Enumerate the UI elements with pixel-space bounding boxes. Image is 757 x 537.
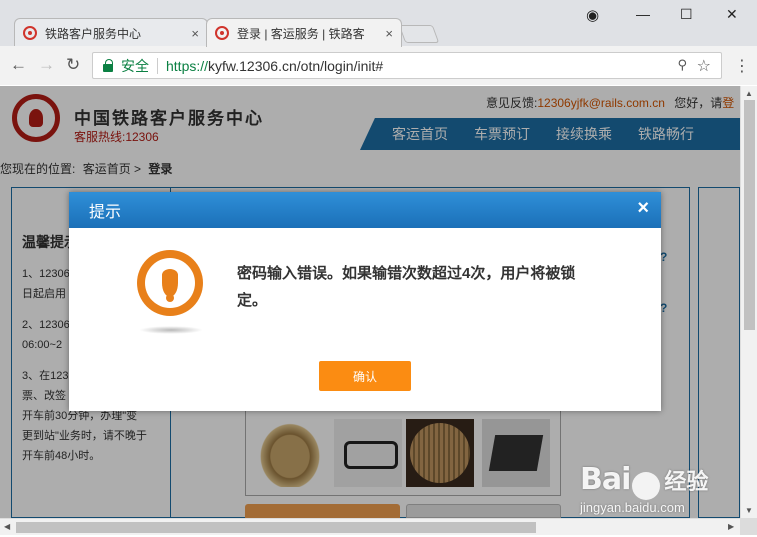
horizontal-scroll-thumb[interactable] xyxy=(16,522,536,533)
star-icon[interactable]: ☆ xyxy=(697,56,711,76)
url-host: kyfw.12306.cn xyxy=(208,57,297,74)
baidu-jingyan-watermark: Bai 经验 jingyan.baidu.com xyxy=(580,462,709,515)
address-bar[interactable]: 安全 https:// kyfw.12306.cn /otn/login/ini… xyxy=(92,52,722,79)
dialog-close-icon[interactable]: × xyxy=(637,197,649,220)
vertical-scrollbar[interactable]: ▲ ▼ xyxy=(740,86,757,518)
tab-title: 登录 | 客运服务 | 铁路客 xyxy=(237,26,365,41)
key-icon[interactable]: ⚲ xyxy=(677,57,687,73)
maximize-button[interactable]: ☐ xyxy=(680,6,693,23)
forward-button[interactable]: → xyxy=(38,55,55,75)
profile-icon[interactable]: ◉ xyxy=(586,6,599,24)
browser-chrome: 铁路客户服务中心 × 登录 | 客运服务 | 铁路客 × ◉ — ☐ ✕ ← →… xyxy=(0,0,757,85)
railway-favicon-icon xyxy=(215,26,229,40)
tab-close-icon[interactable]: × xyxy=(385,26,393,41)
back-button[interactable]: ← xyxy=(10,55,27,75)
browser-toolbar: ← → ↻ 安全 https:// kyfw.12306.cn /otn/log… xyxy=(0,46,757,85)
tab-login[interactable]: 登录 | 客运服务 | 铁路客 × xyxy=(206,18,402,47)
warning-icon-shadow xyxy=(139,326,203,334)
minimize-button[interactable]: — xyxy=(636,6,650,22)
railway-favicon-icon xyxy=(23,26,37,40)
warning-icon xyxy=(137,250,203,316)
horizontal-scrollbar[interactable]: ◀ ▶ xyxy=(0,518,740,535)
new-tab-button[interactable] xyxy=(398,25,440,43)
reload-button[interactable]: ↻ xyxy=(66,55,80,75)
scrollbar-corner xyxy=(740,518,757,535)
confirm-button[interactable]: 确认 xyxy=(319,361,411,391)
scroll-right-icon[interactable]: ▶ xyxy=(728,522,734,531)
scroll-down-icon[interactable]: ▼ xyxy=(745,506,753,515)
watermark-brand: Bai xyxy=(580,462,631,497)
scroll-up-icon[interactable]: ▲ xyxy=(745,89,753,98)
tab-title: 铁路客户服务中心 xyxy=(45,26,142,41)
browser-menu-button[interactable]: ⋮ xyxy=(734,56,750,76)
dialog-title: 提示 xyxy=(89,204,122,221)
address-separator xyxy=(157,57,158,74)
tab-close-icon[interactable]: × xyxy=(191,26,199,41)
url-path: /otn/login/init# xyxy=(296,57,384,74)
scroll-left-icon[interactable]: ◀ xyxy=(4,522,10,531)
watermark-brand-cn: 经验 xyxy=(664,469,709,494)
lock-icon xyxy=(103,58,113,72)
alert-dialog: 提示 × 密码输入错误。如果输错次数超过4次，用户将被锁定。 确认 xyxy=(69,192,661,411)
secure-label: 安全 xyxy=(121,57,149,74)
close-window-button[interactable]: ✕ xyxy=(726,6,738,23)
dialog-message: 密码输入错误。如果输错次数超过4次，用户将被锁定。 xyxy=(237,265,576,309)
url-scheme: https:// xyxy=(166,57,209,74)
tab-bar: 铁路客户服务中心 × 登录 | 客运服务 | 铁路客 × ◉ — ☐ ✕ xyxy=(0,0,757,47)
baidu-paw-icon xyxy=(632,471,661,500)
vertical-scroll-thumb[interactable] xyxy=(744,100,755,330)
dialog-header: 提示 × xyxy=(69,192,661,228)
watermark-url: jingyan.baidu.com xyxy=(580,500,685,515)
tab-railway-service[interactable]: 铁路客户服务中心 × xyxy=(14,18,208,47)
